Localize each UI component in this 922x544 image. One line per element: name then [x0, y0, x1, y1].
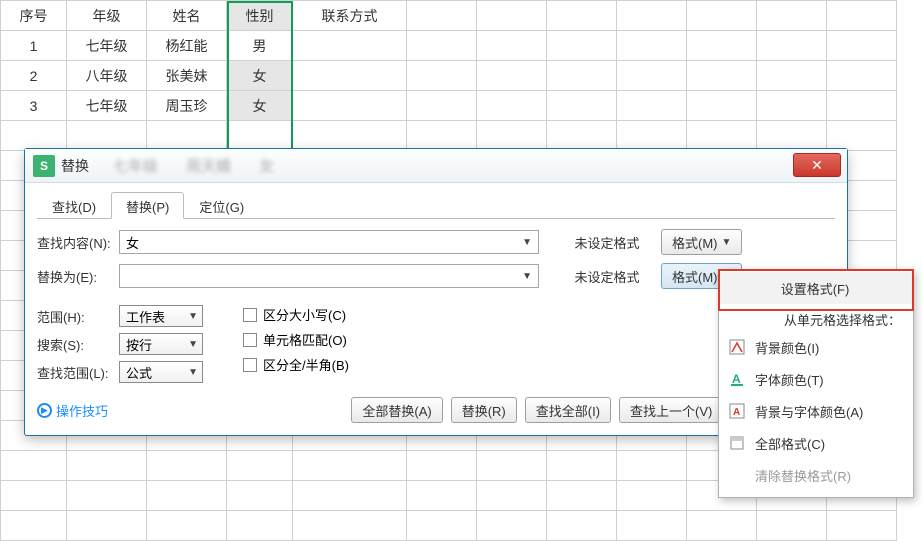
menu-all-format[interactable]: 全部格式(C): [719, 427, 913, 459]
header-name[interactable]: 姓名: [147, 1, 227, 31]
chevron-down-icon: ▼: [188, 339, 198, 350]
table-row[interactable]: 2 八年级 张美妹 女: [1, 61, 897, 91]
header-no[interactable]: 序号: [1, 1, 67, 31]
menu-font-color[interactable]: A 字体颜色(T): [719, 363, 913, 395]
replace-format-status: 未设定格式: [559, 267, 655, 286]
svg-text:A: A: [732, 372, 741, 386]
find-content-input[interactable]: 女 ▼: [119, 230, 539, 254]
play-icon: ▶: [37, 403, 52, 418]
scope-select[interactable]: 工作表 ▼: [119, 305, 203, 327]
header-gender[interactable]: 性别: [227, 1, 293, 31]
chevron-down-icon[interactable]: ▼: [522, 271, 532, 282]
dialog-tabs: 查找(D) 替换(P) 定位(G): [37, 191, 835, 219]
close-button[interactable]: ✕: [793, 153, 841, 177]
find-all-button[interactable]: 查找全部(I): [525, 397, 611, 423]
find-prev-button[interactable]: 查找上一个(V): [619, 397, 723, 423]
replace-with-input[interactable]: ▼: [119, 264, 539, 288]
fullhalf-checkbox[interactable]: [243, 358, 257, 372]
replace-all-button[interactable]: 全部替换(A): [351, 397, 442, 423]
dialog-title: 替换: [61, 156, 89, 176]
header-grade[interactable]: 年级: [67, 1, 147, 31]
label-replace-with: 替换为(E):: [37, 267, 113, 286]
tab-replace[interactable]: 替换(P): [111, 192, 184, 219]
menu-section-label: 从单元格选择格式：: [719, 304, 913, 331]
chevron-down-icon: ▼: [188, 311, 198, 322]
find-format-status: 未设定格式: [559, 233, 655, 252]
chevron-down-icon: ▼: [188, 367, 198, 378]
bg-color-icon: [729, 339, 745, 355]
tab-find[interactable]: 查找(D): [37, 192, 111, 219]
svg-text:A: A: [733, 407, 740, 418]
wholecell-label: 单元格匹配(O): [263, 330, 347, 349]
label-find-content: 查找内容(N):: [37, 233, 113, 252]
font-color-icon: A: [729, 371, 745, 387]
close-icon: ✕: [811, 157, 823, 174]
app-icon: S: [33, 155, 55, 177]
table-row[interactable]: 1 七年级 杨红能 男: [1, 31, 897, 61]
dialog-titlebar[interactable]: S 替换 七年级周天娥女 ✕: [25, 149, 847, 183]
replace-button[interactable]: 替换(R): [451, 397, 517, 423]
menu-bg-font-color[interactable]: A 背景与字体颜色(A): [719, 395, 913, 427]
menu-set-format[interactable]: 设置格式(F): [719, 272, 913, 304]
find-format-button[interactable]: 格式(M) ▼: [661, 229, 742, 255]
search-select[interactable]: 按行 ▼: [119, 333, 203, 355]
chevron-down-icon: ▼: [722, 237, 732, 248]
label-scope: 范围(H):: [37, 307, 113, 326]
header-contact[interactable]: 联系方式: [293, 1, 407, 31]
matchcase-label: 区分大小写(C): [263, 305, 346, 324]
table-row[interactable]: 3 七年级 周玉珍 女: [1, 91, 897, 121]
tips-link[interactable]: ▶ 操作技巧: [37, 401, 108, 420]
menu-clear-format: 清除替换格式(R): [719, 459, 913, 491]
menu-bg-color[interactable]: 背景颜色(I): [719, 331, 913, 363]
bg-font-color-icon: A: [729, 403, 745, 419]
tab-goto[interactable]: 定位(G): [184, 192, 259, 219]
fullhalf-label: 区分全/半角(B): [263, 355, 349, 374]
chevron-down-icon[interactable]: ▼: [522, 237, 532, 248]
format-menu: 设置格式(F) 从单元格选择格式： 背景颜色(I) A 字体颜色(T) A 背景…: [718, 269, 914, 498]
label-lookin: 查找范围(L):: [37, 363, 113, 382]
label-search: 搜索(S):: [37, 335, 113, 354]
matchcase-checkbox[interactable]: [243, 308, 257, 322]
lookin-select[interactable]: 公式 ▼: [119, 361, 203, 383]
wholecell-checkbox[interactable]: [243, 333, 257, 347]
all-format-icon: [729, 435, 745, 451]
